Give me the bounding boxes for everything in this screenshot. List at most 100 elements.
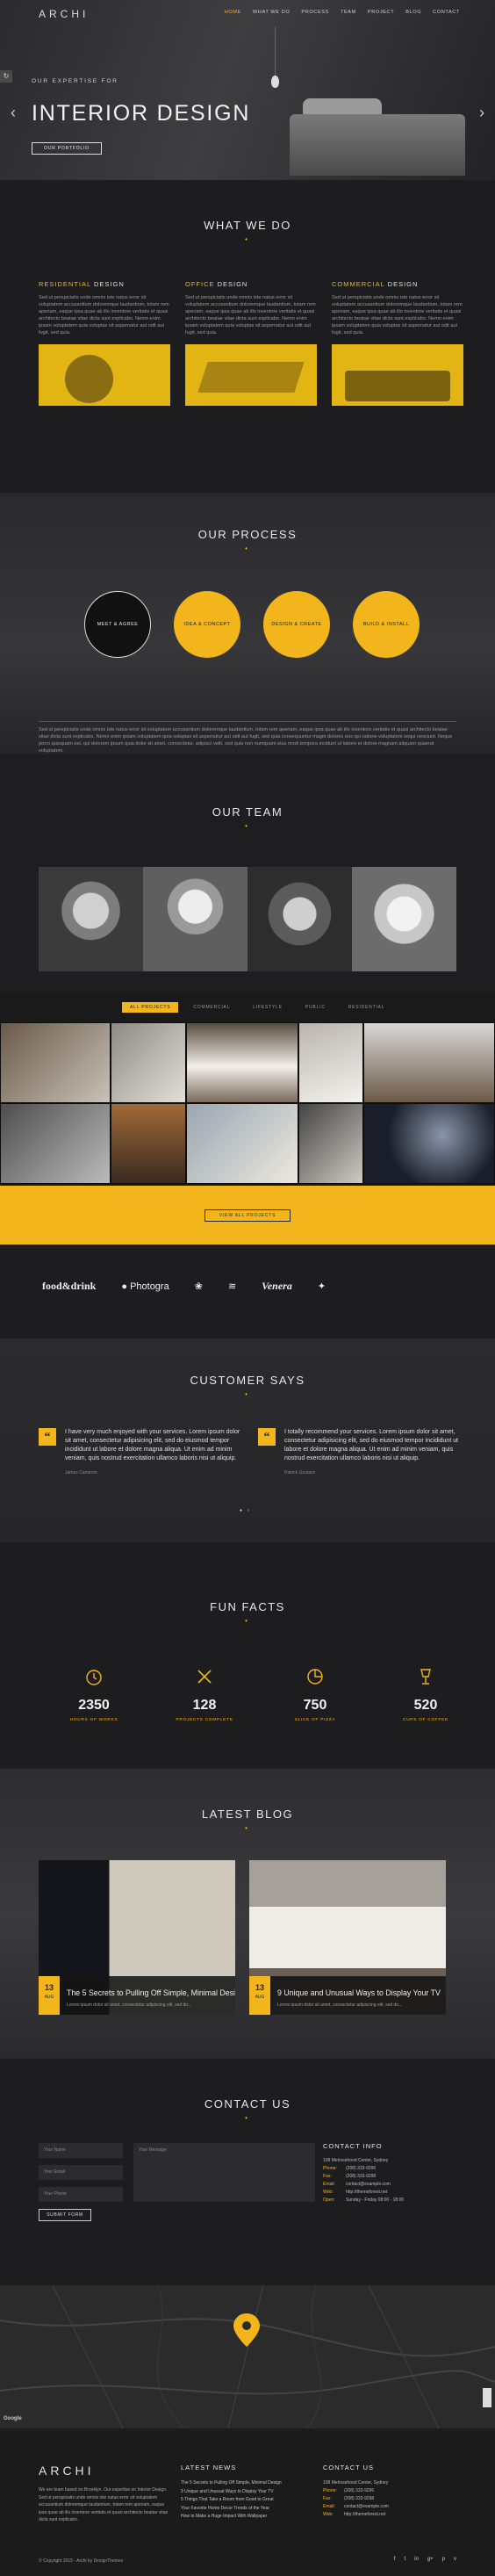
email-input[interactable]: Your Email (39, 2165, 123, 2180)
nav-blog[interactable]: BLOG (405, 10, 421, 15)
footer-news-item[interactable]: Your Favorite Home Decor Trends of the Y… (181, 2505, 312, 2514)
nav-contact[interactable]: CONTACT (433, 10, 460, 15)
portfolio-grid (0, 1022, 495, 1184)
footer-news-item[interactable]: 9 Unique and Unusual Ways to Display You… (181, 2488, 312, 2497)
team-member-photo[interactable] (39, 867, 143, 971)
filter-public[interactable]: PUBLIC (298, 1002, 334, 1013)
portfolio-item[interactable] (111, 1103, 186, 1184)
testimonial-pager[interactable]: ● ○ (240, 1508, 251, 1513)
map-zoom-control[interactable] (483, 2388, 491, 2407)
portfolio-item[interactable] (298, 1022, 363, 1103)
lamp-bulb (271, 76, 279, 88)
service-image[interactable] (39, 344, 170, 406)
client-logo-wave-icon[interactable]: ≋ (228, 1281, 236, 1292)
filter-commercial[interactable]: COMMERCIAL (185, 1002, 238, 1013)
footer-contact-row[interactable]: Email: contact@example.com (323, 2503, 463, 2511)
nav-home[interactable]: HOME (225, 10, 241, 15)
phone-input[interactable]: Your Phone (39, 2187, 123, 2202)
portfolio-item[interactable] (186, 1022, 298, 1103)
vimeo-icon[interactable]: v (454, 2557, 456, 2562)
client-logo-photogra[interactable]: ● Photogra (121, 1281, 169, 1292)
service-image[interactable] (332, 344, 463, 406)
google-plus-icon[interactable]: g+ (427, 2557, 434, 2562)
hero-title: INTERIOR DESIGN (32, 101, 251, 126)
twitter-icon[interactable]: t (404, 2557, 405, 2562)
blog-post-excerpt: Lorem ipsum dolor sit amet, consectetur … (277, 2002, 403, 2008)
step-build[interactable]: BUILD & INSTALL (353, 591, 420, 658)
submit-button[interactable]: SUBMIT FORM (39, 2209, 91, 2221)
blog-post-date: 13 AUG (39, 1976, 60, 2015)
testimonial-card: “ I have very much enjoyed with your ser… (39, 1428, 240, 1476)
filter-all[interactable]: ALL PROJECTS (122, 1002, 179, 1013)
team-member-photo[interactable] (143, 867, 248, 971)
team-member-photo[interactable] (248, 867, 352, 971)
blog-post-card[interactable]: 13 AUG The 5 Secrets to Pulling Off Simpl… (39, 1860, 235, 2015)
portfolio-filters: ALL PROJECTS COMMERCIAL LIFESTYLE PUBLIC… (122, 1002, 392, 1013)
footer-contact-row[interactable]: Web: http://themeforest.net (323, 2511, 463, 2519)
client-logo-swirl-icon[interactable]: ✦ (318, 1281, 326, 1292)
blog-post-title[interactable]: The 5 Secrets to Pulling Off Simple, Min… (67, 1988, 235, 1997)
footer-news-item[interactable]: 5 Things That Take a Room from Good to G… (181, 2496, 312, 2505)
step-design[interactable]: DESIGN & CREATE (263, 591, 330, 658)
nav-what-we-do[interactable]: WHAT WE DO (253, 10, 290, 15)
next-arrow-icon[interactable]: › (479, 104, 484, 122)
view-all-projects-button[interactable]: VIEW ALL PROJECTS (204, 1209, 291, 1222)
client-logo-lotus-icon[interactable]: ❀ (195, 1281, 203, 1292)
portfolio-item[interactable] (298, 1103, 363, 1184)
section-title: CUSTOMER SAYS (190, 1374, 305, 1387)
linkedin-icon[interactable]: in (414, 2557, 419, 2562)
portfolio-item[interactable] (0, 1103, 111, 1184)
footer-news-item[interactable]: The 5 Secrets to Pulling Off Simple, Min… (181, 2479, 312, 2488)
contact-row[interactable]: Email: contact@example.com (323, 2181, 463, 2189)
section-title: FUN FACTS (210, 1600, 285, 1613)
section-title: WHAT WE DO (204, 219, 291, 232)
message-textarea[interactable]: Your Message (133, 2143, 315, 2202)
divider-dots: • (245, 1617, 250, 1625)
fact-item: 128 PROJECTS COMPLETE (149, 1667, 260, 1722)
lamp-cord (275, 26, 276, 79)
filter-residential[interactable]: RESIDENTIAL (341, 1002, 393, 1013)
map-section[interactable]: Google (0, 2285, 495, 2428)
service-image[interactable] (185, 344, 317, 406)
site-logo[interactable]: ARCHI (39, 8, 89, 20)
footer-logo[interactable]: ARCHI (39, 2464, 170, 2478)
portfolio-item[interactable] (111, 1022, 186, 1103)
team-member-photo[interactable] (352, 867, 456, 971)
testimonial-text: I totally recommend your services. Lorem… (284, 1429, 459, 1461)
footer-news-item[interactable]: How to Make a Huge Impact With Wallpaper (181, 2513, 312, 2522)
portfolio-item[interactable] (363, 1103, 495, 1184)
portfolio-item[interactable] (363, 1022, 495, 1103)
service-text: Sed ut perspiciatis unde omnis iste natu… (332, 295, 463, 336)
footer-about-text: We are team based on Brooklyn. Our exper… (39, 2487, 169, 2522)
contact-info: CONTACT INFO 108 Melrosehood Center, Syd… (323, 2142, 463, 2204)
blog-post-title[interactable]: 9 Unique and Unusual Ways to Display You… (277, 1988, 441, 1997)
fact-item: 520 CUPS OF COFFEE (370, 1667, 481, 1722)
nav-process[interactable]: PROCESS (301, 10, 329, 15)
client-logo-food-drink[interactable]: food&drink (42, 1280, 96, 1293)
share-icon[interactable]: ↻ (0, 70, 12, 83)
contact-row[interactable]: Web: http://themeforest.net (323, 2189, 463, 2197)
step-meet[interactable]: MEET & AGREE (84, 591, 151, 658)
map-provider-logo: Google (4, 2416, 22, 2421)
filter-lifestyle[interactable]: LIFESTYLE (245, 1002, 291, 1013)
bed-image (290, 114, 465, 176)
fact-label: CUPS OF COFFEE (403, 1718, 448, 1722)
facebook-icon[interactable]: f (394, 2557, 396, 2562)
nav-team[interactable]: TEAM (341, 10, 356, 15)
testimonial-card: “ I totally recommend your services. Lor… (258, 1428, 460, 1476)
step-idea[interactable]: IDEA & CONCEPT (174, 591, 240, 658)
footer-contact-row: Phone: (208) 333-9296 (323, 2488, 375, 2493)
prev-arrow-icon[interactable]: ‹ (11, 104, 16, 122)
copyright: © Copyright 2015 - Archi by DesignThemes (39, 2558, 124, 2564)
portfolio-item[interactable] (186, 1103, 298, 1184)
service-office: OFFICE DESIGN Sed ut perspiciatis unde o… (185, 280, 317, 406)
portfolio-item[interactable] (0, 1022, 111, 1103)
blog-post-card[interactable]: 13 AUG 9 Unique and Unusual Ways to Displ… (249, 1860, 446, 2015)
process-section: OUR PROCESS • MEET & AGREE IDEA & CONCEP… (0, 493, 495, 754)
nav-project[interactable]: PROJECT (368, 10, 394, 15)
section-title: LATEST BLOG (201, 1808, 294, 1821)
portfolio-button[interactable]: OUR PORTFOLIO (32, 142, 102, 155)
name-input[interactable]: Your Name (39, 2143, 123, 2158)
client-logo-venera[interactable]: Venera (262, 1280, 292, 1293)
pinterest-icon[interactable]: p (442, 2557, 445, 2562)
